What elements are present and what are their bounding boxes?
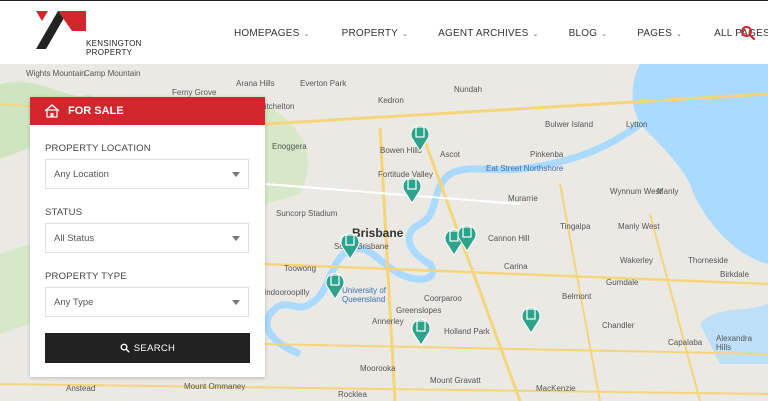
status-value: All Status	[54, 232, 95, 244]
type-select[interactable]: Any Type	[45, 287, 249, 317]
chevron-down-icon: ⌄	[402, 30, 409, 38]
map-label: Nundah	[454, 85, 483, 94]
location-value: Any Location	[54, 168, 109, 180]
map-label: Eat Street Northshore	[486, 164, 564, 173]
house-icon	[44, 104, 60, 118]
map-label: Capalaba	[668, 338, 703, 347]
map-label: Toowong	[284, 264, 317, 273]
map-label: Indooroopilly	[264, 288, 310, 297]
map-label: Greenslopes	[396, 306, 442, 315]
map-label: Wakerley	[620, 256, 654, 265]
search-button-label: SEARCH	[133, 342, 176, 354]
map-label: Cannon Hill	[488, 234, 530, 243]
map-label: Enoggera	[272, 142, 307, 151]
nav-property[interactable]: PROPERTY ⌄	[324, 28, 423, 39]
main-nav: HOMEPAGES ⌄ PROPERTY ⌄ AGENT ARCHIVES ⌄ BLO…	[220, 1, 768, 65]
map-label: Ferny Grove	[172, 88, 217, 97]
chevron-down-icon: ⌄	[303, 30, 310, 38]
logo-line-2: PROPERTY	[86, 48, 133, 57]
property-pin-icon[interactable]	[340, 230, 360, 260]
location-label: PROPERTY LOCATION	[45, 143, 151, 154]
map-label: Anstead	[66, 384, 96, 393]
nav-homepages[interactable]: HOMEPAGES ⌄	[220, 28, 324, 39]
nav-pages[interactable]: PAGES ⌄	[621, 28, 696, 39]
map-label: Manly	[657, 187, 679, 196]
panel-title: FOR SALE	[68, 105, 124, 117]
map-label: Wights Mountain	[26, 69, 86, 78]
map-label: Wynnum West	[610, 187, 662, 196]
chevron-down-icon: ⌄	[676, 30, 683, 38]
map-label: Tingalpa	[560, 222, 591, 231]
property-pin-icon[interactable]	[402, 174, 422, 204]
property-pin-icon[interactable]	[521, 304, 541, 334]
map-label: Carina	[504, 262, 528, 271]
map-label: Bulwer Island	[545, 120, 594, 129]
map-label: Thorneside	[688, 256, 729, 265]
map-label: Everton Park	[300, 79, 347, 88]
property-pin-icon[interactable]	[457, 222, 477, 252]
property-search-panel: FOR SALE PROPERTY LOCATION Any Location …	[30, 97, 265, 377]
search-button[interactable]: SEARCH	[45, 333, 250, 363]
map-label: Lytton	[626, 120, 648, 129]
panel-header: FOR SALE	[30, 97, 265, 125]
type-value: Any Type	[54, 296, 94, 308]
map-label: Camp Mountain	[84, 69, 141, 78]
map-label: MacKenzie	[536, 384, 576, 393]
logo-text: KENSINGTON PROPERTY	[86, 39, 142, 57]
map-label: Gumdale	[606, 278, 639, 287]
map-label: Kedron	[378, 96, 404, 105]
search-icon	[120, 343, 130, 353]
nav-blog[interactable]: BLOG ⌄	[553, 28, 622, 39]
map-label: Alexandra Hills	[716, 334, 753, 352]
status-select[interactable]: All Status	[45, 223, 249, 253]
map-label: Mount Gravatt	[430, 376, 481, 385]
site-header: KENSINGTON PROPERTY HOMEPAGES ⌄ PROPERTY ⌄…	[0, 0, 768, 64]
map-label: Annerley	[372, 317, 404, 326]
map-label: University of Queensland	[342, 286, 387, 304]
map-label: Murarrie	[508, 194, 538, 203]
map-label: Mount Ommaney	[184, 382, 246, 391]
property-pin-icon[interactable]	[325, 270, 345, 300]
map-label: Moorooka	[360, 364, 396, 373]
location-select[interactable]: Any Location	[45, 159, 249, 189]
map-label: Holland Park	[444, 327, 490, 336]
caret-down-icon	[232, 172, 240, 177]
map-label: Birkdale	[720, 270, 749, 279]
map-label: Arana Hills	[236, 79, 275, 88]
chevron-down-icon: ⌄	[601, 30, 608, 38]
map-label: Rocklea	[338, 390, 367, 399]
nav-all-pages[interactable]: ALL PAGES⌄	[696, 28, 768, 39]
type-label: PROPERTY TYPE	[45, 271, 127, 282]
status-label: STATUS	[45, 207, 83, 218]
caret-down-icon	[232, 236, 240, 241]
logo-line-1: KENSINGTON	[86, 39, 142, 48]
map-label: Suncorp Stadium	[276, 209, 338, 218]
map-label: Ascot	[440, 150, 461, 159]
caret-down-icon	[232, 300, 240, 305]
search-icon[interactable]	[740, 25, 756, 41]
nav-agent-archives[interactable]: AGENT ARCHIVES ⌄	[422, 28, 553, 39]
map-label: Coorparoo	[424, 294, 462, 303]
map-label: Manly West	[618, 222, 660, 231]
map-label: Chandler	[602, 321, 635, 330]
site-logo[interactable]: KENSINGTON PROPERTY	[26, 9, 141, 57]
property-pin-icon[interactable]	[410, 122, 430, 152]
map-label: Belmont	[562, 292, 592, 301]
property-pin-icon[interactable]	[411, 316, 431, 346]
map-label: Pinkenba	[530, 150, 564, 159]
chevron-down-icon: ⌄	[532, 30, 539, 38]
